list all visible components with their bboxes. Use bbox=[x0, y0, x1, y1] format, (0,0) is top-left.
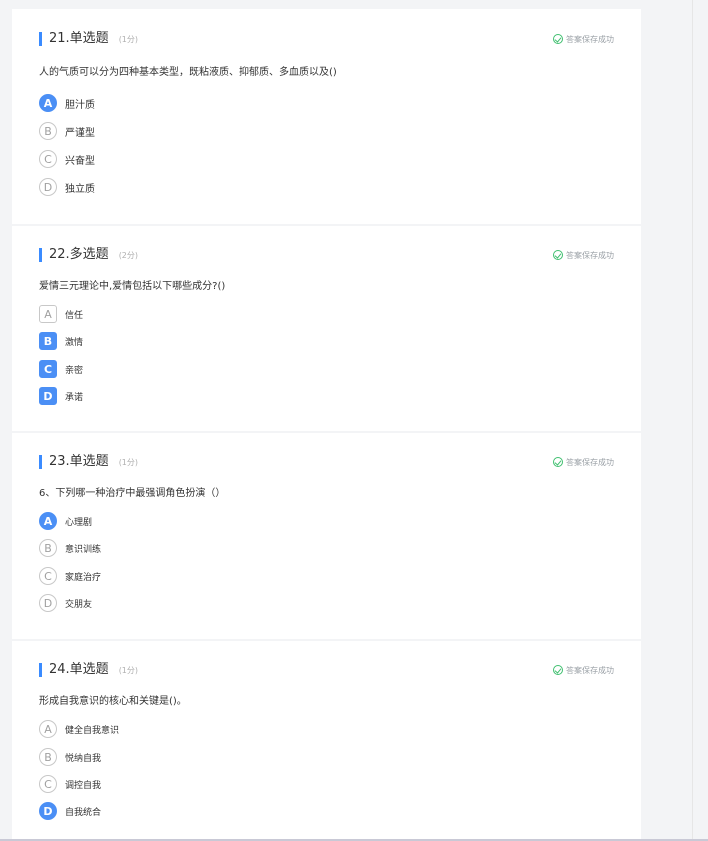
option-c[interactable]: C 家庭治疗 bbox=[39, 566, 101, 586]
option-label: 严谨型 bbox=[65, 127, 95, 139]
option-c[interactable]: C 调控自我 bbox=[39, 774, 101, 794]
option-letter[interactable]: C bbox=[39, 150, 57, 168]
option-label: 心理剧 bbox=[65, 517, 93, 528]
question-header: 22.多选题 (2分) bbox=[39, 247, 138, 263]
save-status: 答案保存成功 bbox=[553, 32, 614, 46]
question-list: 21.单选题 (1分) 答案保存成功 人的气质可以分为四种基本类型，既粘液质、抑… bbox=[12, 0, 641, 841]
option-d[interactable]: D 交朋友 bbox=[39, 593, 92, 613]
option-letter[interactable]: B bbox=[39, 122, 57, 140]
title-accent-bar bbox=[39, 663, 42, 677]
question-text: 形成自我意识的核心和关键是()。 bbox=[39, 696, 187, 707]
option-label: 自我统合 bbox=[65, 807, 102, 818]
check-circle-icon bbox=[553, 665, 563, 675]
option-b[interactable]: B 严谨型 bbox=[39, 121, 95, 141]
question-text: 6、下列哪一种治疗中最强调角色扮演（） bbox=[39, 488, 226, 499]
question-score: (1分) bbox=[118, 35, 139, 44]
option-label: 意识训练 bbox=[65, 544, 102, 555]
save-status-text: 答案保存成功 bbox=[566, 457, 614, 467]
option-letter[interactable]: C bbox=[39, 567, 57, 585]
question-text: 爱情三元理论中,爱情包括以下哪些成分?() bbox=[39, 281, 226, 292]
option-letter[interactable]: A bbox=[39, 720, 57, 738]
question-header: 21.单选题 (1分) bbox=[39, 31, 138, 47]
question-title: 23.单选题 bbox=[49, 454, 109, 469]
page-right-border bbox=[692, 0, 693, 841]
title-accent-bar bbox=[39, 248, 42, 262]
option-label: 亲密 bbox=[65, 365, 84, 376]
option-label: 承诺 bbox=[65, 392, 84, 403]
option-a[interactable]: A 胆汁质 bbox=[39, 93, 95, 113]
option-label: 交朋友 bbox=[65, 599, 93, 610]
title-accent-bar bbox=[39, 455, 42, 469]
question-text: 人的气质可以分为四种基本类型，既粘液质、抑郁质、多血质以及() bbox=[39, 67, 337, 78]
option-d[interactable]: D 承诺 bbox=[39, 386, 83, 406]
option-label: 独立质 bbox=[65, 183, 95, 195]
option-d[interactable]: D 独立质 bbox=[39, 177, 95, 197]
question-title: 22.多选题 bbox=[49, 247, 109, 262]
option-label: 胆汁质 bbox=[65, 99, 95, 111]
check-circle-icon bbox=[553, 250, 563, 260]
option-letter[interactable]: D bbox=[39, 387, 57, 405]
option-letter[interactable]: C bbox=[39, 360, 57, 378]
question-score: (2分) bbox=[118, 251, 139, 260]
option-label: 激情 bbox=[65, 337, 84, 348]
option-b[interactable]: B 意识训练 bbox=[39, 538, 101, 558]
option-letter[interactable]: A bbox=[39, 94, 57, 112]
question-header: 23.单选题 (1分) bbox=[39, 454, 138, 470]
option-letter[interactable]: A bbox=[39, 512, 57, 530]
option-letter[interactable]: A bbox=[39, 305, 57, 323]
question-score: (1分) bbox=[118, 458, 139, 467]
option-label: 悦纳自我 bbox=[65, 753, 102, 764]
option-letter[interactable]: D bbox=[39, 802, 57, 820]
option-letter[interactable]: B bbox=[39, 539, 57, 557]
option-a[interactable]: A 心理剧 bbox=[39, 511, 92, 531]
option-label: 健全自我意识 bbox=[65, 725, 120, 736]
option-a[interactable]: A 健全自我意识 bbox=[39, 719, 119, 739]
question-score: (1分) bbox=[118, 666, 139, 675]
question-card: 21.单选题 (1分) 答案保存成功 人的气质可以分为四种基本类型，既粘液质、抑… bbox=[12, 9, 641, 224]
save-status: 答案保存成功 bbox=[553, 663, 614, 677]
question-header: 24.单选题 (1分) bbox=[39, 662, 138, 678]
option-letter[interactable]: D bbox=[39, 178, 57, 196]
option-label: 调控自我 bbox=[65, 780, 102, 791]
save-status-text: 答案保存成功 bbox=[566, 250, 614, 260]
option-letter[interactable]: B bbox=[39, 748, 57, 766]
option-letter[interactable]: C bbox=[39, 775, 57, 793]
question-card: 23.单选题 (1分) 答案保存成功 6、下列哪一种治疗中最强调角色扮演（） A… bbox=[12, 433, 641, 639]
question-title: 24.单选题 bbox=[49, 662, 109, 677]
check-circle-icon bbox=[553, 457, 563, 467]
option-d[interactable]: D 自我统合 bbox=[39, 801, 101, 821]
save-status: 答案保存成功 bbox=[553, 455, 614, 469]
save-status-text: 答案保存成功 bbox=[566, 34, 614, 44]
option-a[interactable]: A 信任 bbox=[39, 304, 83, 324]
question-card: 22.多选题 (2分) 答案保存成功 爱情三元理论中,爱情包括以下哪些成分?()… bbox=[12, 226, 641, 431]
option-c[interactable]: C 亲密 bbox=[39, 359, 83, 379]
option-c[interactable]: C 兴奋型 bbox=[39, 149, 95, 169]
option-label: 信任 bbox=[65, 310, 84, 321]
check-circle-icon bbox=[553, 34, 563, 44]
question-title: 21.单选题 bbox=[49, 31, 109, 46]
title-accent-bar bbox=[39, 32, 42, 46]
option-letter[interactable]: B bbox=[39, 332, 57, 350]
question-card: 24.单选题 (1分) 答案保存成功 形成自我意识的核心和关键是()。 A 健全… bbox=[12, 641, 641, 839]
option-label: 兴奋型 bbox=[65, 155, 95, 167]
option-label: 家庭治疗 bbox=[65, 572, 102, 583]
option-b[interactable]: B 悦纳自我 bbox=[39, 747, 101, 767]
save-status-text: 答案保存成功 bbox=[566, 665, 614, 675]
option-letter[interactable]: D bbox=[39, 594, 57, 612]
option-b[interactable]: B 激情 bbox=[39, 331, 83, 351]
save-status: 答案保存成功 bbox=[553, 248, 614, 262]
